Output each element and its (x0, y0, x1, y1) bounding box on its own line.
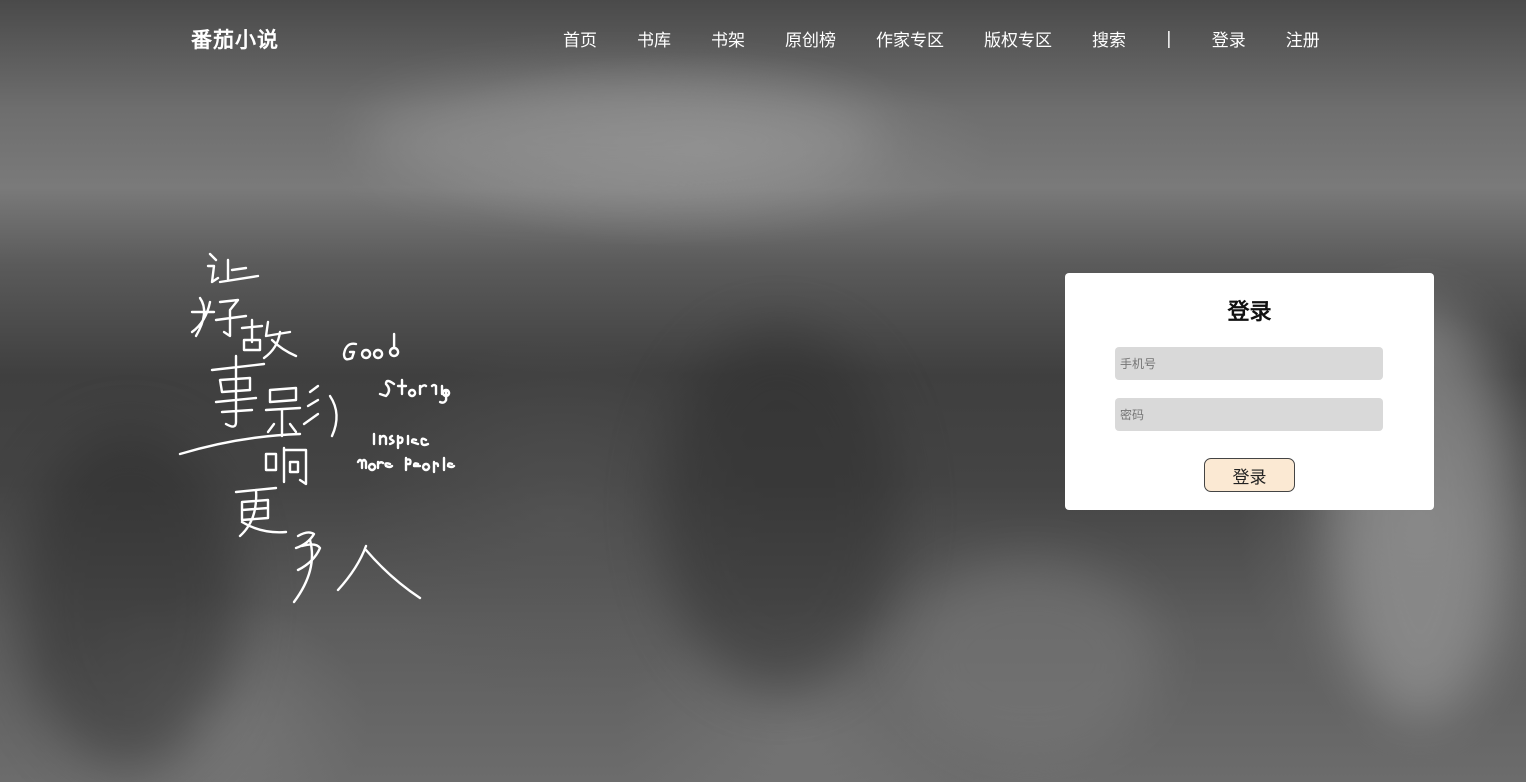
login-submit-button[interactable]: 登录 (1204, 458, 1295, 492)
phone-input[interactable] (1115, 347, 1383, 380)
password-input[interactable] (1115, 398, 1383, 431)
background-blur (900, 560, 1160, 760)
nav-original-ranking[interactable]: 原创榜 (785, 26, 836, 51)
nav-search[interactable]: 搜索 (1092, 26, 1126, 51)
nav-copyright-zone[interactable]: 版权专区 (984, 26, 1052, 51)
nav-library[interactable]: 书库 (637, 26, 671, 51)
top-navigation-bar: 番茄小说 首页 书库 书架 原创榜 作家专区 版权专区 搜索 | 登录 注册 (0, 0, 1526, 76)
nav-separator: | (1166, 28, 1172, 49)
nav-register[interactable]: 注册 (1286, 26, 1320, 51)
background-blur (360, 80, 880, 200)
page: 番茄小说 首页 书库 书架 原创榜 作家专区 版权专区 搜索 | 登录 注册 登… (0, 0, 1526, 782)
nav-bookshelf[interactable]: 书架 (711, 26, 745, 51)
nav-login[interactable]: 登录 (1212, 26, 1246, 51)
background-blur (660, 330, 900, 690)
nav-author-zone[interactable]: 作家专区 (876, 26, 944, 51)
login-title: 登录 (1227, 300, 1272, 325)
site-logo[interactable]: 番茄小说 (191, 24, 279, 54)
nav-home[interactable]: 首页 (563, 26, 597, 51)
main-nav: 首页 书库 书架 原创榜 作家专区 版权专区 搜索 | 登录 注册 (563, 26, 1320, 52)
login-panel: 登录 登录 (1065, 273, 1434, 510)
handwritten-slogan-art (178, 252, 456, 604)
